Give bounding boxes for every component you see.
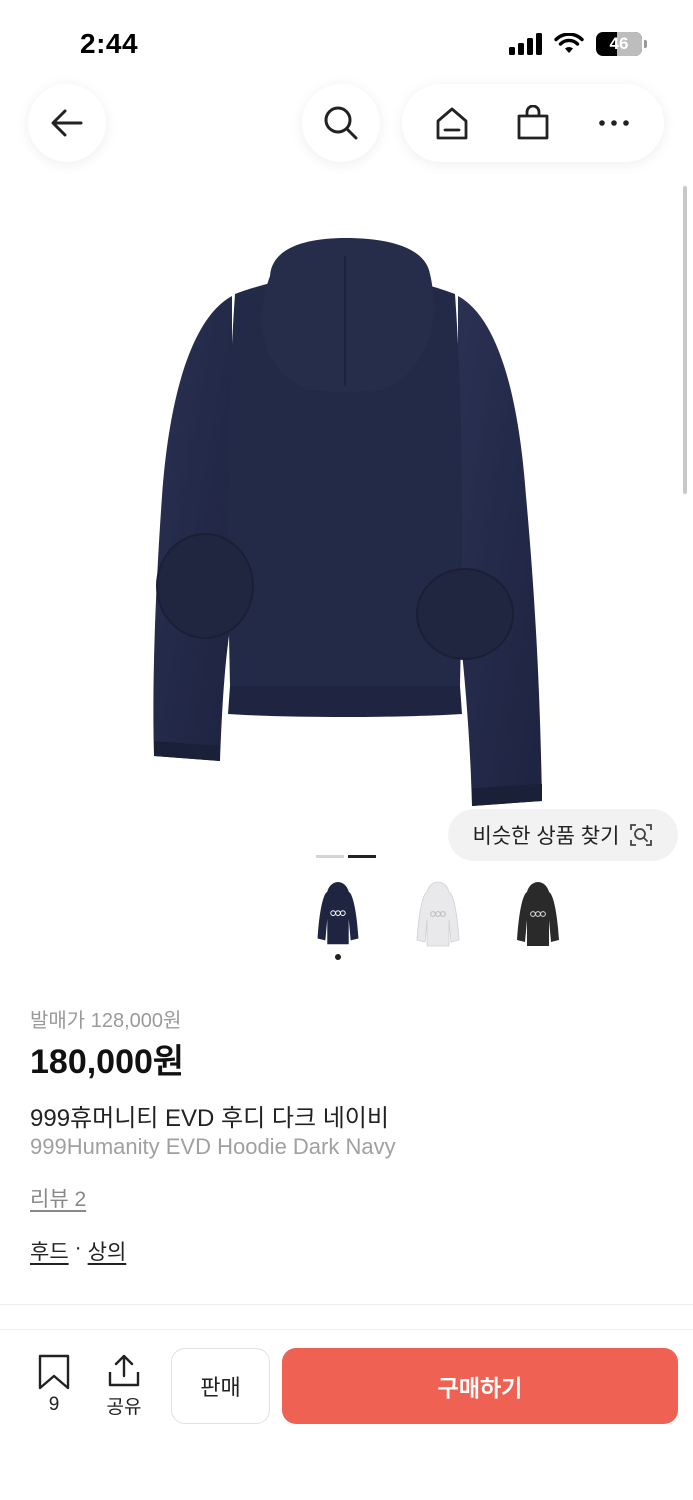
cellular-signal-icon bbox=[509, 33, 542, 55]
bookmark-icon bbox=[38, 1354, 70, 1390]
status-bar: 2:44 46 bbox=[0, 0, 693, 84]
search-icon bbox=[324, 106, 358, 140]
pager-dot-active bbox=[348, 855, 376, 858]
color-thumb-white[interactable] bbox=[410, 880, 466, 960]
color-thumbnails bbox=[310, 880, 566, 960]
selected-indicator bbox=[335, 954, 341, 960]
status-icons: 46 bbox=[509, 32, 647, 56]
cart-button[interactable] bbox=[503, 93, 563, 153]
wifi-icon bbox=[554, 33, 584, 53]
shopping-bag-icon bbox=[517, 105, 549, 140]
hoodie-thumb-black-icon bbox=[517, 882, 559, 946]
current-price: 180,000원 bbox=[30, 1043, 185, 1081]
battery-icon: 46 bbox=[596, 32, 647, 56]
product-name-korean: 999휴머니티 EVD 후디 다크 네이비 bbox=[30, 1105, 389, 1132]
more-icon bbox=[598, 120, 629, 126]
section-divider bbox=[0, 1304, 693, 1305]
category-link-hood[interactable]: 후드 bbox=[30, 1236, 69, 1266]
product-image[interactable] bbox=[140, 236, 550, 816]
category-link-top[interactable]: 상의 bbox=[88, 1236, 127, 1266]
home-icon bbox=[436, 107, 468, 140]
hoodie-thumb-navy-icon bbox=[317, 881, 359, 945]
image-pager bbox=[316, 855, 376, 858]
home-button[interactable] bbox=[422, 93, 482, 153]
share-icon bbox=[108, 1354, 140, 1387]
battery-level: 46 bbox=[609, 34, 629, 53]
lens-search-icon bbox=[630, 824, 653, 846]
color-thumb-navy[interactable] bbox=[310, 880, 366, 960]
sell-button[interactable]: 판매 bbox=[171, 1348, 270, 1424]
category-breadcrumb: 후드 · 상의 bbox=[30, 1236, 126, 1266]
bookmark-count: 9 bbox=[48, 1394, 60, 1415]
product-name-english: 999Humanity EVD Hoodie Dark Navy bbox=[30, 1134, 396, 1159]
share-button[interactable]: 공유 bbox=[100, 1352, 148, 1419]
hoodie-thumb-white-icon bbox=[416, 881, 460, 947]
bottom-action-bar: 9 공유 판매 구매하기 bbox=[0, 1330, 693, 1500]
buy-button[interactable]: 구매하기 bbox=[282, 1348, 678, 1424]
more-button[interactable] bbox=[584, 93, 644, 153]
release-price: 발매가 128,000원 bbox=[30, 1010, 182, 1032]
scrollbar[interactable] bbox=[683, 186, 687, 494]
status-time: 2:44 bbox=[80, 28, 139, 59]
review-link[interactable]: 리뷰 2 bbox=[30, 1183, 86, 1213]
pager-dot bbox=[316, 855, 344, 858]
share-label: 공유 bbox=[106, 1397, 142, 1418]
color-thumb-black[interactable] bbox=[510, 880, 566, 960]
category-separator: · bbox=[74, 1236, 82, 1259]
bookmark-button[interactable]: 9 bbox=[30, 1354, 78, 1416]
back-arrow-icon bbox=[51, 109, 83, 137]
back-button[interactable] bbox=[28, 84, 106, 162]
find-similar-label: 비슷한 상품 찾기 bbox=[472, 825, 620, 848]
search-button[interactable] bbox=[302, 84, 380, 162]
find-similar-button[interactable]: 비슷한 상품 찾기 bbox=[448, 809, 678, 861]
nav-action-group bbox=[402, 84, 664, 162]
